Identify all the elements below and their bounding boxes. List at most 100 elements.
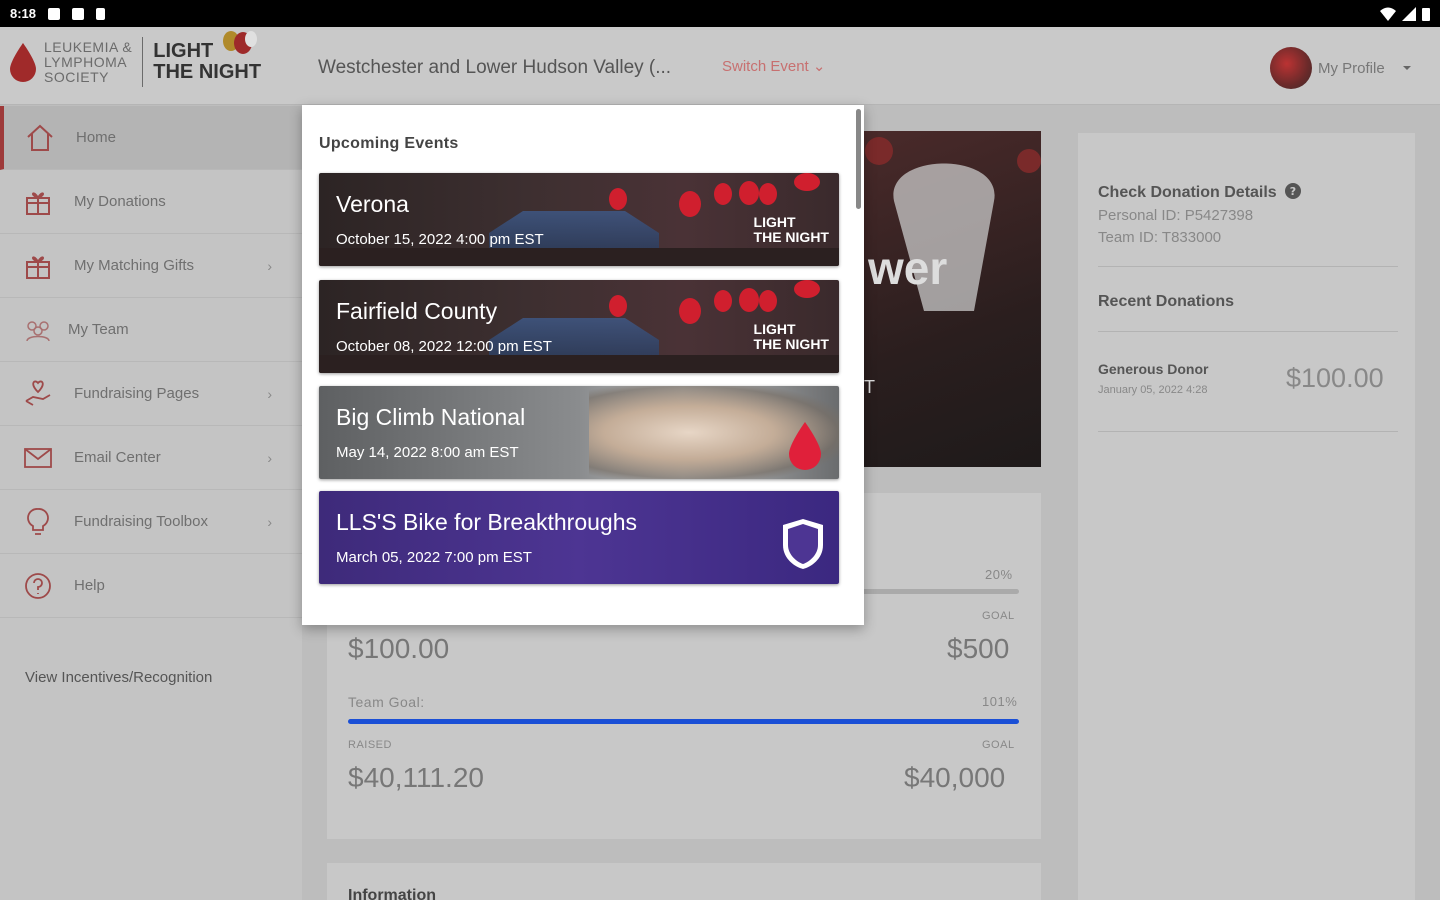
event-title: Fairfield County [336, 298, 498, 324]
team-goal-amount: $40,000 [904, 762, 1006, 793]
avatar [1270, 47, 1312, 89]
divider [1098, 266, 1398, 267]
event-hero-image: wer T [864, 131, 1041, 467]
sidebar-item-email-center[interactable]: Email Center › [0, 426, 302, 490]
donor-name: Generous Donor [1098, 361, 1209, 377]
org-line-3: SOCIETY [44, 68, 109, 85]
event-date: October 08, 2022 12:00 pm EST [336, 338, 552, 355]
event-date: May 14, 2022 8:00 am EST [336, 444, 519, 461]
svg-text:?: ? [1290, 185, 1296, 198]
notification-icon [48, 7, 61, 20]
gift-icon [22, 186, 54, 218]
gift-icon [22, 250, 54, 282]
org-line-2: LYMPHOMA [44, 53, 128, 70]
donation-details-panel: Check Donation Details ? Personal ID: P5… [1078, 133, 1415, 900]
ltn-mark-line-2: THE NIGHT [753, 229, 829, 245]
divider [1098, 331, 1398, 332]
current-event-name: Westchester and Lower Hudson Valley (... [318, 57, 672, 78]
sidebar-item-label: My Matching Gifts [74, 257, 195, 274]
profile-label: My Profile [1318, 59, 1385, 77]
balloon-graphic [609, 188, 627, 210]
event-card-fairfield-county[interactable]: Fairfield County October 08, 2022 12:00 … [319, 280, 839, 373]
sd-card-icon [72, 7, 85, 20]
chevron-right-icon: › [267, 385, 272, 402]
lightbulb-icon [22, 506, 54, 538]
sidebar-item-my-team[interactable]: My Team [0, 298, 302, 362]
lantern-image [865, 137, 1041, 311]
event-title: Verona [336, 191, 409, 217]
status-time: 8:18 [10, 6, 37, 21]
org-line-1: LEUKEMIA & [44, 38, 133, 55]
balloon-graphic [679, 191, 701, 217]
divider [1098, 431, 1398, 432]
team-id: Team ID: T833000 [1098, 229, 1222, 246]
sidebar-item-label: My Donations [74, 193, 166, 210]
lls-logo[interactable]: LEUKEMIA & LYMPHOMA SOCIETY LIGHT THE NI… [8, 31, 261, 87]
sidebar-item-fundraising-pages[interactable]: Fundraising Pages › [0, 362, 302, 426]
team-raised-amount: $40,111.20 [348, 762, 484, 793]
event-title: LLS'S Bike for Breakthroughs [336, 509, 637, 535]
balloon-graphic [714, 290, 732, 312]
dropdown-scrollbar[interactable] [856, 109, 861, 209]
event-card-verona[interactable]: Verona October 15, 2022 4:00 pm EST LIGH… [319, 173, 839, 266]
team-goal-label: Team Goal: [348, 694, 425, 710]
personal-goal-label: GOAL [982, 610, 1015, 622]
org-name: LEUKEMIA & LYMPHOMA SOCIETY [44, 38, 133, 85]
help-icon [22, 570, 54, 602]
blood-drop-icon [10, 43, 36, 82]
light-the-night-mark: LIGHT THE NIGHT [754, 322, 829, 352]
team-progress-bar [348, 719, 1019, 724]
sidebar-item-help[interactable]: Help [0, 554, 302, 618]
team-goal-percent: 101% [982, 694, 1018, 709]
sidebar-item-label: Help [74, 577, 105, 594]
ltn-mark-line-2: THE NIGHT [753, 336, 829, 352]
team-in-training-shield-icon [783, 519, 823, 569]
chevron-right-icon: › [267, 257, 272, 274]
sidebar-item-my-matching-gifts[interactable]: My Matching Gifts › [0, 234, 302, 298]
hero-subtitle-fragment: T [864, 377, 875, 397]
raised-label: RAISED [348, 739, 392, 751]
chevron-right-icon: › [267, 449, 272, 466]
sidebar-item-home[interactable]: Home [0, 106, 302, 170]
event-card-big-climb-national[interactable]: Big Climb National May 14, 2022 8:00 am … [319, 386, 839, 479]
profile-menu[interactable]: My Profile [1270, 47, 1413, 89]
blood-drop-icon [789, 422, 821, 470]
personal-goal-amount: $500 [947, 633, 1010, 664]
balloon-graphic [794, 280, 820, 298]
sidebar-item-label: My Team [68, 321, 129, 338]
help-icon[interactable]: ? [1285, 183, 1302, 199]
sidebar-item-fundraising-toolbox[interactable]: Fundraising Toolbox › [0, 490, 302, 554]
balloon-graphic [609, 295, 627, 317]
balloon-graphic [739, 181, 759, 205]
recent-donations-title: Recent Donations [1098, 293, 1235, 310]
view-incentives-link[interactable]: View Incentives/Recognition [25, 669, 212, 686]
hero-title-fragment: wer [868, 242, 948, 294]
dropdown-heading: Upcoming Events [319, 135, 459, 152]
battery-icon [1422, 7, 1430, 21]
chevron-right-icon: › [267, 513, 272, 530]
check-donation-details[interactable]: Check Donation Details ? [1098, 183, 1302, 202]
personal-goal-percent: 20% [985, 567, 1013, 582]
team-icon [22, 314, 54, 346]
balloon-graphic [739, 288, 759, 312]
check-donation-title: Check Donation Details [1098, 184, 1277, 201]
sidebar-item-label: Home [76, 129, 117, 146]
ground-graphic [319, 355, 839, 373]
switch-event-button[interactable]: Switch Event ⌄ [722, 57, 825, 75]
donor-amount: $100.00 [1286, 363, 1384, 393]
hand-heart-icon [22, 378, 54, 410]
event-date: October 15, 2022 4:00 pm EST [336, 231, 544, 248]
balloon-graphic [714, 183, 732, 205]
logo-divider [142, 37, 144, 87]
balloon-graphic [794, 173, 820, 191]
event-date: March 05, 2022 7:00 pm EST [336, 549, 532, 566]
sidebar-item-my-donations[interactable]: My Donations [0, 170, 302, 234]
information-card: Information [327, 863, 1041, 900]
sidebar: Home My Donations My Matching Gifts › My… [0, 106, 302, 900]
balloon-graphic [679, 298, 701, 324]
wifi-icon [1380, 7, 1396, 21]
event-card-bike-for-breakthroughs[interactable]: LLS'S Bike for Breakthroughs March 05, 2… [319, 491, 839, 584]
team-goal-small-label: GOAL [982, 739, 1015, 751]
ltn-mark-line-1: LIGHT [753, 214, 796, 230]
balloon-graphic [759, 290, 777, 312]
